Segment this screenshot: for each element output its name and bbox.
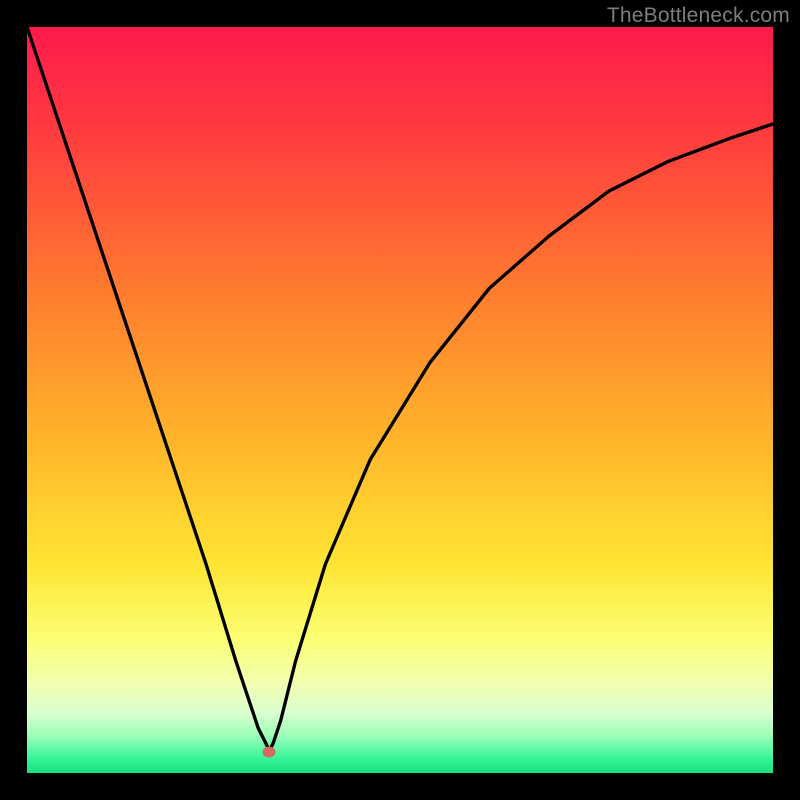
- chart-frame: TheBottleneck.com: [0, 0, 800, 800]
- optimal-point-marker: [263, 747, 276, 758]
- bottleneck-curve: [27, 27, 773, 773]
- watermark-text: TheBottleneck.com: [607, 4, 790, 28]
- plot-area: [27, 27, 773, 773]
